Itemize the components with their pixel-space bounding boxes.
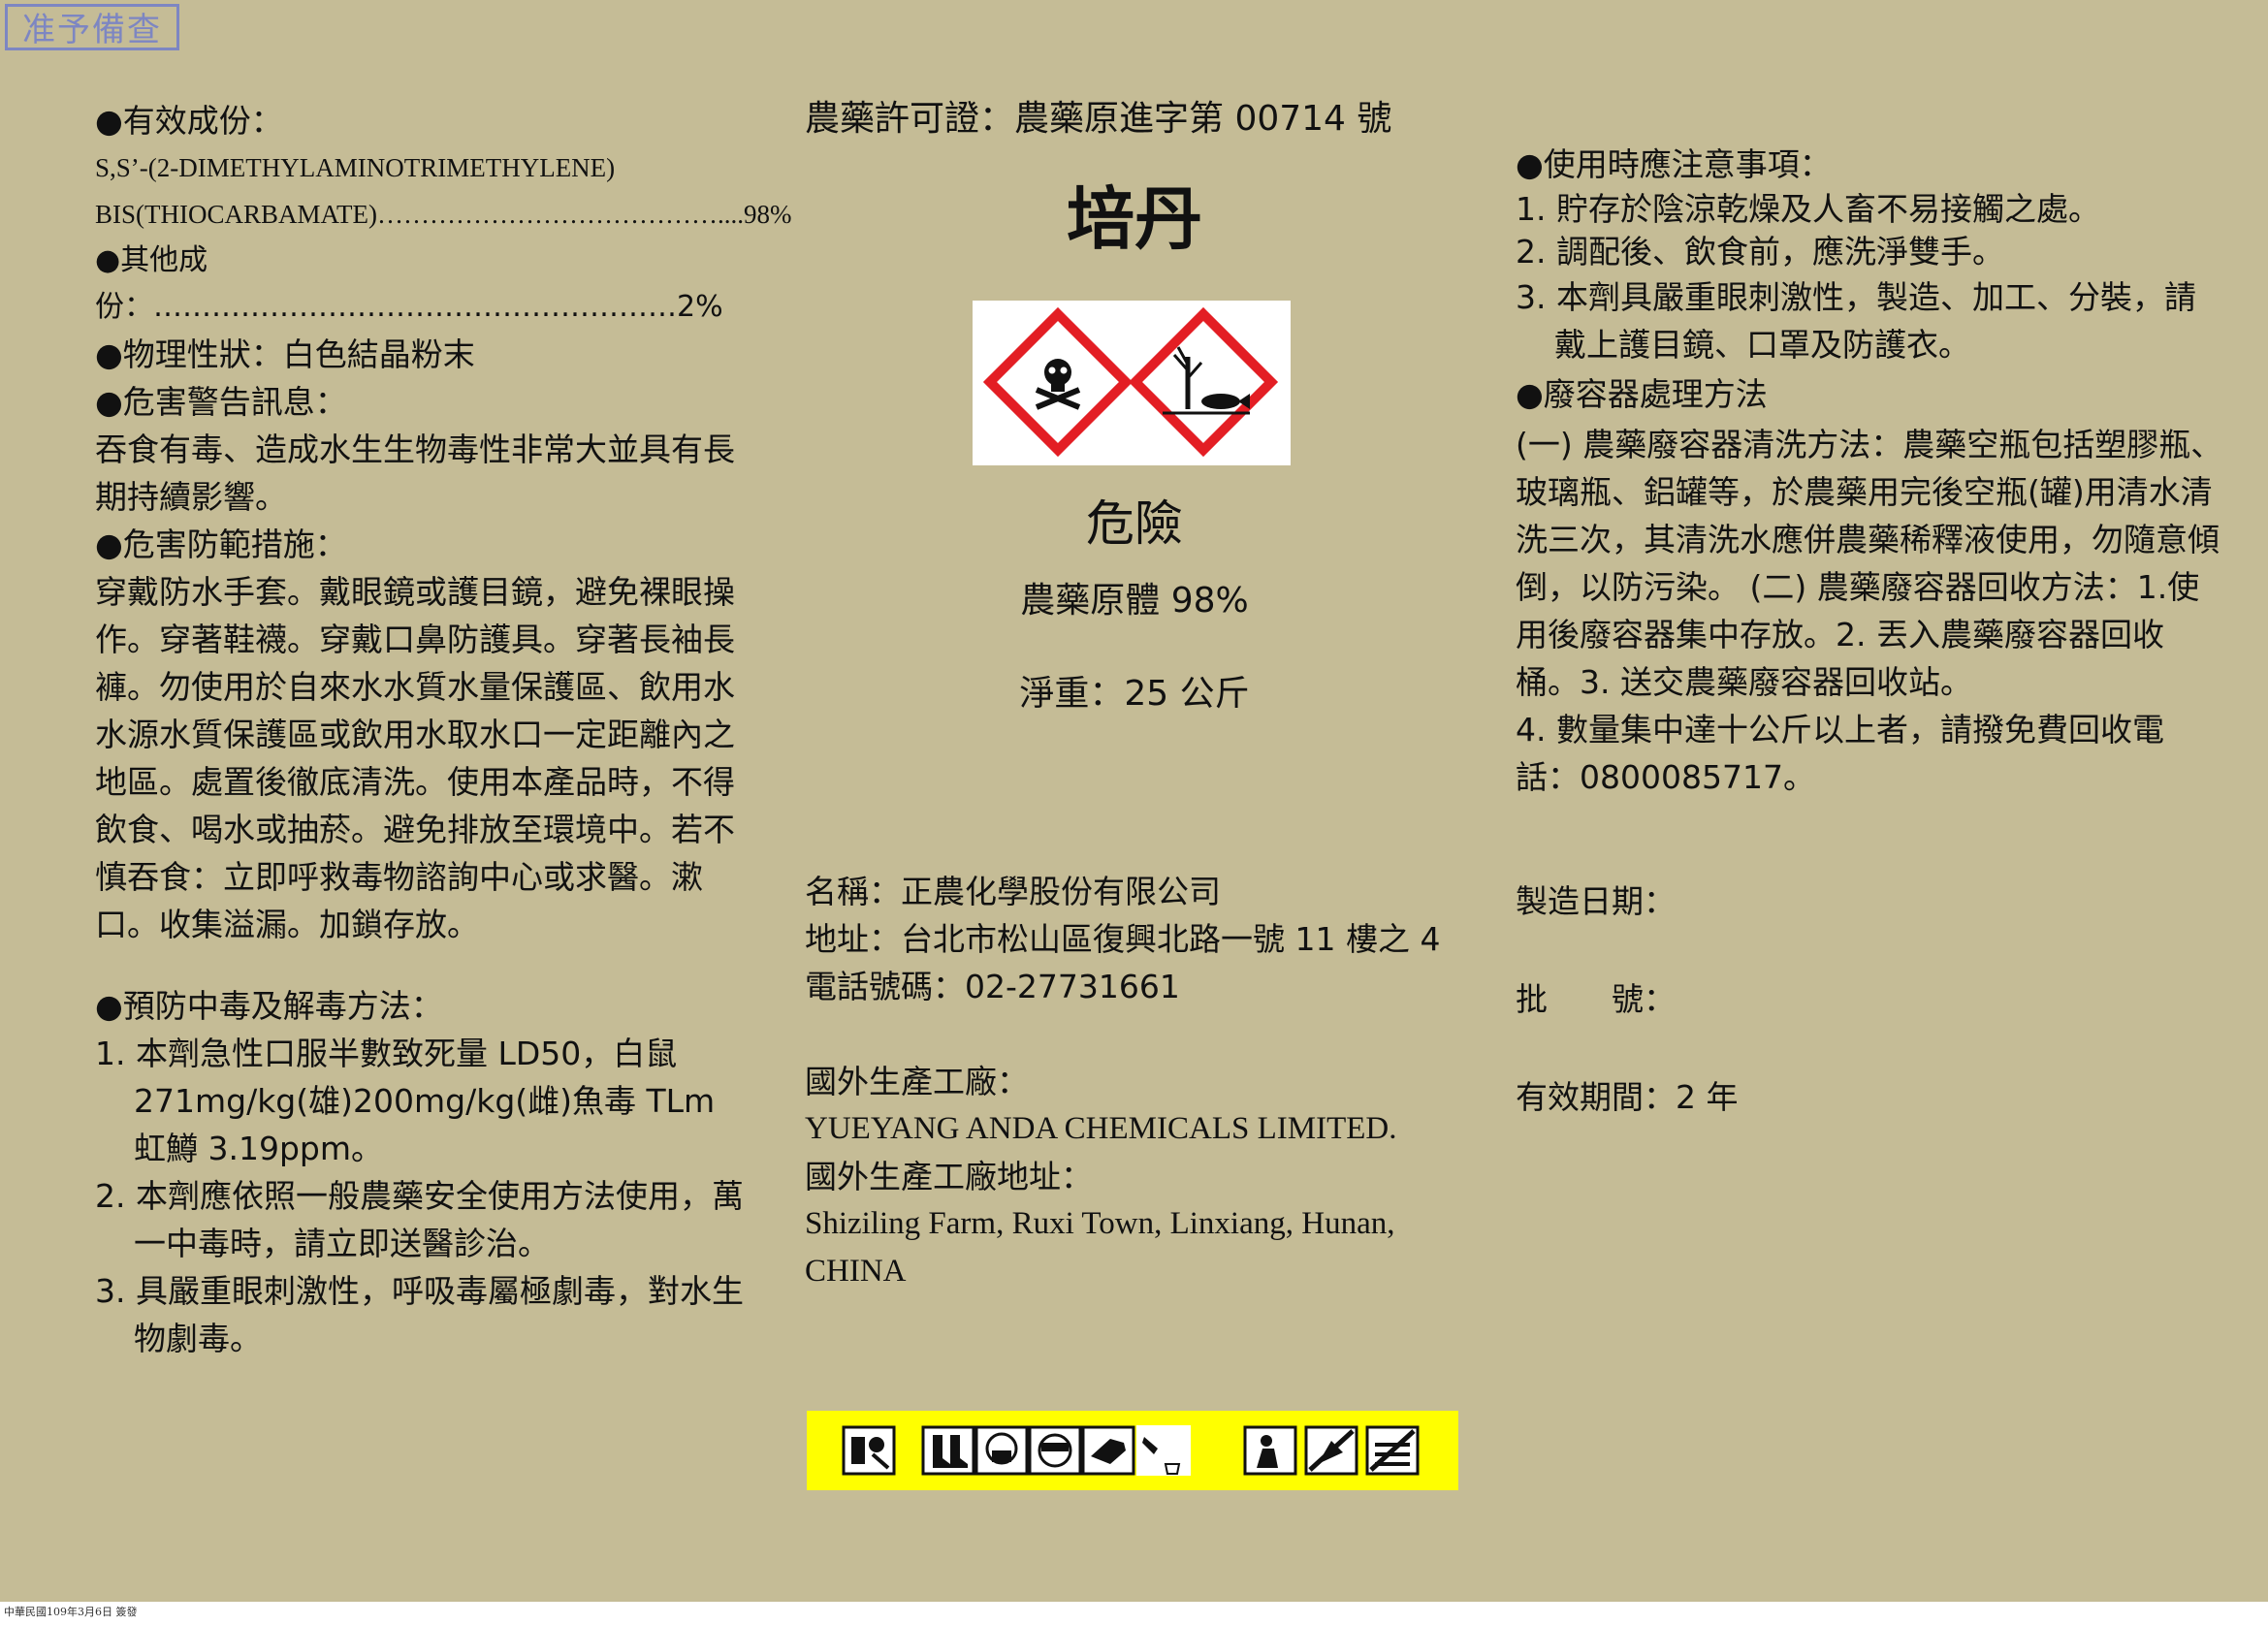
disposal-heading: ●廢容器處理方法 xyxy=(1516,375,1768,413)
hazard-heading: ●危害警告訊息： xyxy=(95,383,347,421)
boots-icon xyxy=(921,1425,975,1476)
batch-number: 批 號： xyxy=(1516,980,1676,1018)
issue-date-footer: 中華民國109年3月6日 簽發 xyxy=(4,1606,138,1618)
disposal-text: (一) 農藥廢容器清洗方法：農藥空瓶包括塑膠瓶、玻璃瓶、鋁罐等，於農藥用完後空瓶… xyxy=(1516,426,2223,701)
permit-number: 農藥許可證：農藥原進字第 00714 號 xyxy=(805,99,1392,139)
company-name: 名稱：正農化學股份有限公司 xyxy=(805,873,1221,910)
prevention-heading: ●危害防範措施： xyxy=(95,526,347,563)
no-animals-icon xyxy=(1365,1425,1420,1476)
factory-address-label: 國外生產工廠地址： xyxy=(805,1158,1093,1195)
factory-address: Shiziling Farm, Ruxi Town, Linxiang, Hun… xyxy=(805,1206,1395,1289)
precautions-heading: ●使用時應注意事項： xyxy=(1516,145,1832,183)
antidote-item: 3. 具嚴重眼刺激性，呼吸毒屬極劇毒，對水生物劇毒。 xyxy=(95,1272,744,1357)
spray-icon xyxy=(1136,1425,1191,1476)
pesticide-label: 准予備查 ●有效成份： S,S’-(2-DIMETHYLAMINOTRIMETH… xyxy=(0,0,2268,1602)
ghs-pictograms xyxy=(973,301,1291,465)
prevention-text: 穿戴防水手套。戴眼鏡或護目鏡，避免裸眼操作。穿著鞋襪。穿戴口鼻防護具。穿著長袖長… xyxy=(95,573,735,943)
antidote-item: 2. 本劑應依照一般農藥安全使用方法使用，萬一中毒時，請立即送醫診治。 xyxy=(95,1177,744,1262)
company-info: 名稱：正農化學股份有限公司 地址：台北市松山區復興北路一號 11 樓之 4 電話… xyxy=(805,868,1464,1295)
environment-hazard-icon xyxy=(1128,306,1279,458)
ingredients-heading: ●有效成份： xyxy=(95,102,283,140)
ingredient-line-1: S,S’-(2-DIMETHYLAMINOTRIMETHYLENE) xyxy=(95,153,616,182)
physical-state: ●物理性狀：白色結晶粉末 xyxy=(95,335,475,373)
product-grade: 農藥原體 98% xyxy=(1020,581,1249,621)
mask-icon xyxy=(974,1425,1029,1476)
precaution-item: 2. 調配後、飲食前，應洗淨雙手。 xyxy=(1516,233,2004,271)
mixing-icon xyxy=(842,1425,896,1476)
batch-info: 製造日期： 批 號： 有效期間：2 年 xyxy=(1516,877,2223,1121)
net-weight: 淨重：25 公斤 xyxy=(1019,674,1250,714)
approval-stamp: 准予備查 xyxy=(5,4,179,50)
other-ingredients: ●其他成份：………………………………………………2% xyxy=(95,243,723,324)
company-phone: 電話號碼：02-27731661 xyxy=(805,968,1180,1005)
middle-column: 農藥許可證：農藥原進字第 00714 號 培丹 xyxy=(805,92,1464,268)
hazard-text: 吞食有毒、造成水生生物毒性非常大並具有長期持續影響。 xyxy=(95,430,735,516)
factory-label: 國外生產工廠： xyxy=(805,1063,1029,1100)
goggles-icon xyxy=(1028,1425,1082,1476)
precaution-item: 3. 本劑具嚴重眼刺激性，製造、加工、分裝，請戴上護目鏡、口罩及防護衣。 xyxy=(1516,278,2196,364)
antidote-heading: ●預防中毒及解毒方法： xyxy=(95,987,443,1025)
middle-product-info: 危險 農藥原體 98% 淨重：25 公斤 xyxy=(805,485,1464,723)
manufacture-date: 製造日期： xyxy=(1516,882,1676,920)
ingredient-line-2: BIS(THIOCARBAMATE)…………………………………....98% xyxy=(95,200,792,229)
signal-word: 危險 xyxy=(1086,495,1183,552)
validity-period: 有效期間：2 年 xyxy=(1516,1078,1739,1116)
disposal-item-4: 4. 數量集中達十公斤以上者，請撥免費回收電話：0800085717。 xyxy=(1516,711,2164,796)
no-eating-icon xyxy=(1304,1425,1358,1476)
skull-crossbones-icon xyxy=(982,306,1134,458)
precaution-item: 1. 貯存於陰涼乾燥及人畜不易接觸之處。 xyxy=(1516,190,2100,228)
product-name: 培丹 xyxy=(1067,178,1202,259)
gloves-icon xyxy=(1081,1425,1135,1476)
antidote-item: 1. 本劑急性口服半數致死量 LD50，白鼠 271mg/kg(雄)200mg/… xyxy=(95,1035,716,1167)
company-address: 地址：台北市松山區復興北路一號 11 樓之 4 xyxy=(805,920,1441,958)
left-column: ●有效成份： S,S’-(2-DIMETHYLAMINOTRIMETHYLENE… xyxy=(95,97,792,1362)
right-column: ●使用時應注意事項： 1. 貯存於陰涼乾燥及人畜不易接觸之處。 2. 調配後、飲… xyxy=(1516,141,2223,801)
wash-icon xyxy=(1243,1425,1297,1476)
factory-name: YUEYANG ANDA CHEMICALS LIMITED. xyxy=(805,1111,1397,1146)
